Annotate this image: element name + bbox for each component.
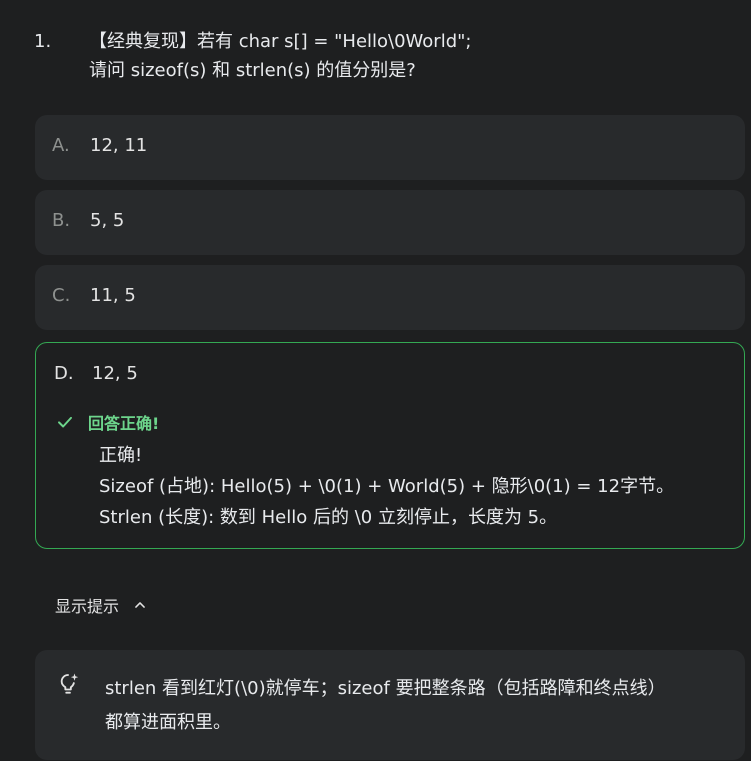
show-hint-toggle[interactable]: 显示提示	[55, 593, 147, 617]
question-line: 请问 sizeof(s) 和 strlen(s) 的值分别是?	[89, 60, 416, 81]
option-c[interactable]: C. 11, 5	[35, 265, 745, 330]
hint-line: strlen 看到红灯(\0)就停车；sizeof 要把整条路（包括路障和终点线…	[105, 678, 666, 699]
option-a[interactable]: A. 12, 11	[35, 115, 745, 180]
show-hint-label: 显示提示	[55, 597, 120, 616]
option-b[interactable]: B. 5, 5	[35, 190, 745, 255]
option-letter: C.	[52, 285, 71, 306]
option-value: 12, 5	[92, 363, 138, 384]
question: 1. 【经典复现】若有 char s[] = "Hello\0World"; 请…	[34, 27, 734, 85]
feedback-explanation: 正确! Sizeof (占地): Hello(5) + \0(1) + Worl…	[99, 440, 736, 533]
feedback-line: Sizeof (占地): Hello(5) + \0(1) + World(5)…	[99, 476, 675, 497]
option-d-selected[interactable]: D. 12, 5 回答正确! 正确! Sizeof (占地): Hello(5)…	[35, 342, 745, 549]
option-letter: A.	[52, 135, 70, 156]
feedback-line: 正确!	[99, 445, 143, 466]
chevron-up-icon	[135, 602, 145, 608]
option-letter: D.	[54, 363, 74, 384]
question-line: 【经典复现】若有 char s[] = "Hello\0World";	[89, 31, 472, 52]
option-value: 5, 5	[90, 210, 125, 231]
check-icon	[58, 416, 72, 428]
feedback-line: Strlen (长度): 数到 Hello 后的 \0 立刻停止，长度为 5。	[99, 507, 558, 528]
option-letter: B.	[52, 210, 71, 231]
question-text: 【经典复现】若有 char s[] = "Hello\0World"; 请问 s…	[89, 27, 734, 85]
option-value: 12, 11	[90, 135, 148, 156]
feedback-status-text: 回答正确!	[88, 414, 160, 433]
hint-box: strlen 看到红灯(\0)就停车；sizeof 要把整条路（包括路障和终点线…	[35, 650, 745, 760]
hint-line: 都算进面积里。	[105, 712, 231, 733]
hint-text: strlen 看到红灯(\0)就停车；sizeof 要把整条路（包括路障和终点线…	[105, 672, 725, 740]
option-value: 11, 5	[90, 285, 136, 306]
answer-feedback: 回答正确! 正确! Sizeof (占地): Hello(5) + \0(1) …	[56, 410, 736, 533]
feedback-status: 回答正确!	[56, 410, 736, 434]
lightbulb-sparkle-icon	[60, 673, 79, 694]
question-number: 1.	[34, 31, 52, 52]
